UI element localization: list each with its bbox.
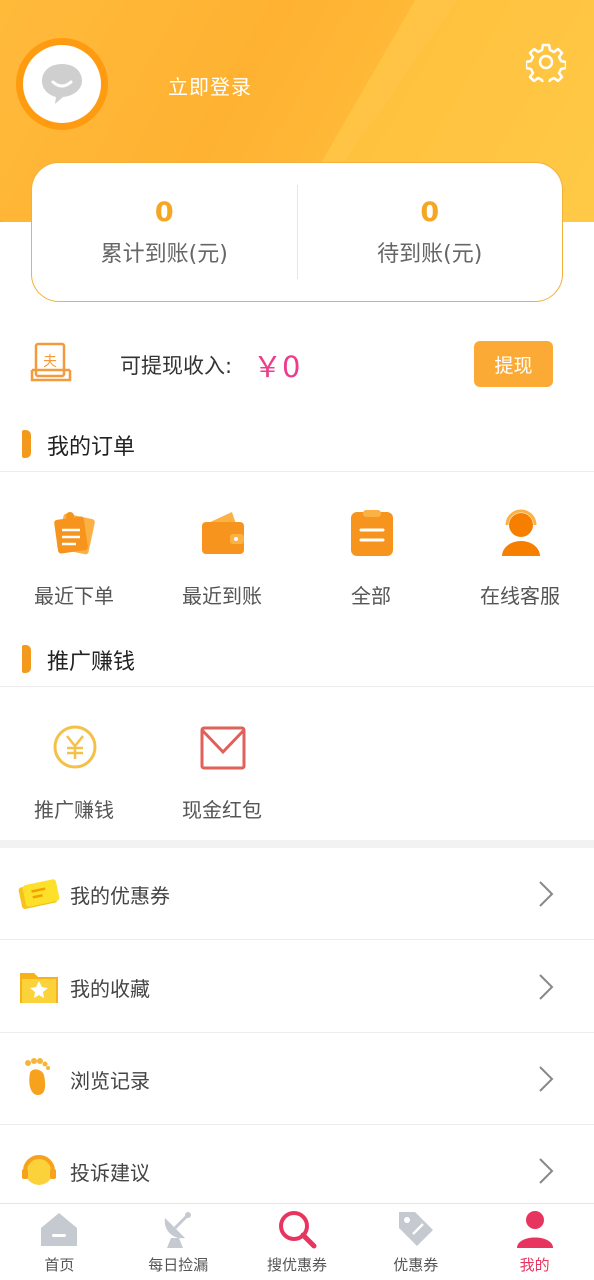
footprint-icon bbox=[25, 1058, 50, 1095]
promote-section-title: 推广赚钱 bbox=[47, 650, 136, 675]
recent-arrivals-button[interactable]: 最近到账 bbox=[148, 508, 296, 628]
star-folder-icon bbox=[20, 973, 58, 1003]
book-icon: 夫 bbox=[30, 342, 72, 382]
total-earnings[interactable]: 0 累计到账(元) bbox=[32, 163, 297, 301]
menu-item-feedback-label: 投诉建议 bbox=[70, 1161, 150, 1185]
menu-item-history[interactable]: 浏览记录 bbox=[0, 1033, 594, 1125]
orders-section-title: 我的订单 bbox=[47, 435, 136, 460]
wallet-icon bbox=[202, 512, 244, 554]
all-orders-button[interactable]: 全部 bbox=[297, 508, 445, 628]
recent-orders-button[interactable]: 最近下单 bbox=[0, 508, 148, 628]
clipboard-icon bbox=[351, 510, 393, 556]
cash-redpacket-button[interactable]: 现金红包 bbox=[148, 722, 296, 842]
tab-daily-deals[interactable]: 每日捡漏 bbox=[119, 1204, 238, 1280]
section-accent-bar bbox=[22, 645, 31, 673]
tab-me-label: 我的 bbox=[519, 1256, 550, 1274]
user-icon bbox=[516, 1211, 553, 1248]
pending-earnings[interactable]: 0 待到账(元) bbox=[298, 163, 563, 301]
online-service-button[interactable]: 在线客服 bbox=[446, 508, 594, 628]
avatar[interactable] bbox=[16, 38, 108, 130]
earnings-card: 0 累计到账(元) 0 待到账(元) bbox=[31, 162, 563, 302]
promote-earn-label: 推广赚钱 bbox=[34, 798, 114, 822]
total-earnings-value: 0 bbox=[154, 196, 174, 228]
note-pin-icon bbox=[54, 512, 95, 555]
withdraw-row: 夫 可提现收入: ￥0 提现 bbox=[0, 332, 594, 396]
withdrawable-amount: ￥0 bbox=[253, 350, 301, 384]
pending-earnings-label: 待到账(元) bbox=[377, 241, 483, 267]
chevron-right-icon bbox=[539, 1158, 554, 1184]
tab-coupons-label: 优惠券 bbox=[393, 1256, 439, 1274]
svg-text:夫: 夫 bbox=[43, 354, 57, 370]
search-icon bbox=[278, 1211, 317, 1249]
ticket-icon bbox=[18, 879, 60, 909]
chevron-right-icon bbox=[539, 1066, 554, 1092]
tab-home[interactable]: 首页 bbox=[0, 1204, 119, 1280]
menu-item-coupons[interactable]: 我的优惠券 bbox=[0, 848, 594, 940]
section-divider bbox=[0, 840, 594, 848]
total-earnings-label: 累计到账(元) bbox=[100, 241, 228, 267]
tag-icon bbox=[398, 1212, 433, 1246]
menu-item-history-label: 浏览记录 bbox=[70, 1069, 150, 1093]
tab-me[interactable]: 我的 bbox=[475, 1204, 594, 1280]
bottom-tab-bar: 首页 每日捡漏 搜优惠券 优惠券 我的 bbox=[0, 1203, 594, 1280]
tab-search-coupons-label: 搜优惠券 bbox=[266, 1256, 327, 1274]
envelope-icon bbox=[200, 726, 246, 770]
withdrawable-label: 可提现收入: bbox=[120, 354, 233, 378]
promote-section-header: 推广赚钱 bbox=[0, 633, 594, 687]
all-orders-label: 全部 bbox=[351, 584, 391, 608]
tab-home-label: 首页 bbox=[44, 1256, 75, 1274]
orders-grid: 最近下单 最近到账 全部 在线客服 bbox=[0, 508, 594, 628]
tab-daily-deals-label: 每日捡漏 bbox=[148, 1256, 209, 1274]
chat-bubble-avatar-icon bbox=[42, 64, 82, 104]
promote-earn-button[interactable]: 推广赚钱 bbox=[0, 722, 148, 842]
cash-redpacket-label: 现金红包 bbox=[182, 798, 262, 822]
withdraw-button[interactable]: 提现 bbox=[474, 341, 553, 387]
menu-item-coupons-label: 我的优惠券 bbox=[70, 884, 170, 908]
tab-search-coupons[interactable]: 搜优惠券 bbox=[238, 1204, 357, 1280]
customer-service-icon bbox=[502, 509, 540, 556]
chevron-right-icon bbox=[539, 974, 554, 1000]
tab-coupons[interactable]: 优惠券 bbox=[356, 1204, 475, 1280]
menu-item-favorites[interactable]: 我的收藏 bbox=[0, 941, 594, 1033]
home-icon bbox=[41, 1213, 78, 1246]
yen-coin-icon bbox=[53, 725, 97, 769]
online-service-label: 在线客服 bbox=[480, 584, 560, 608]
gear-icon bbox=[524, 43, 568, 87]
chevron-right-icon bbox=[539, 881, 554, 907]
recent-orders-label: 最近下单 bbox=[34, 584, 114, 608]
satellite-dish-icon bbox=[164, 1212, 192, 1248]
headset-icon bbox=[22, 1155, 56, 1185]
promote-grid: 推广赚钱 现金红包 bbox=[0, 722, 594, 842]
pending-earnings-value: 0 bbox=[420, 196, 440, 228]
section-accent-bar bbox=[22, 430, 31, 458]
orders-section-header: 我的订单 bbox=[0, 418, 594, 472]
recent-arrivals-label: 最近到账 bbox=[182, 584, 262, 608]
menu-item-favorites-label: 我的收藏 bbox=[70, 977, 150, 1001]
login-link[interactable]: 立即登录 bbox=[168, 71, 252, 100]
settings-button[interactable] bbox=[524, 42, 568, 87]
